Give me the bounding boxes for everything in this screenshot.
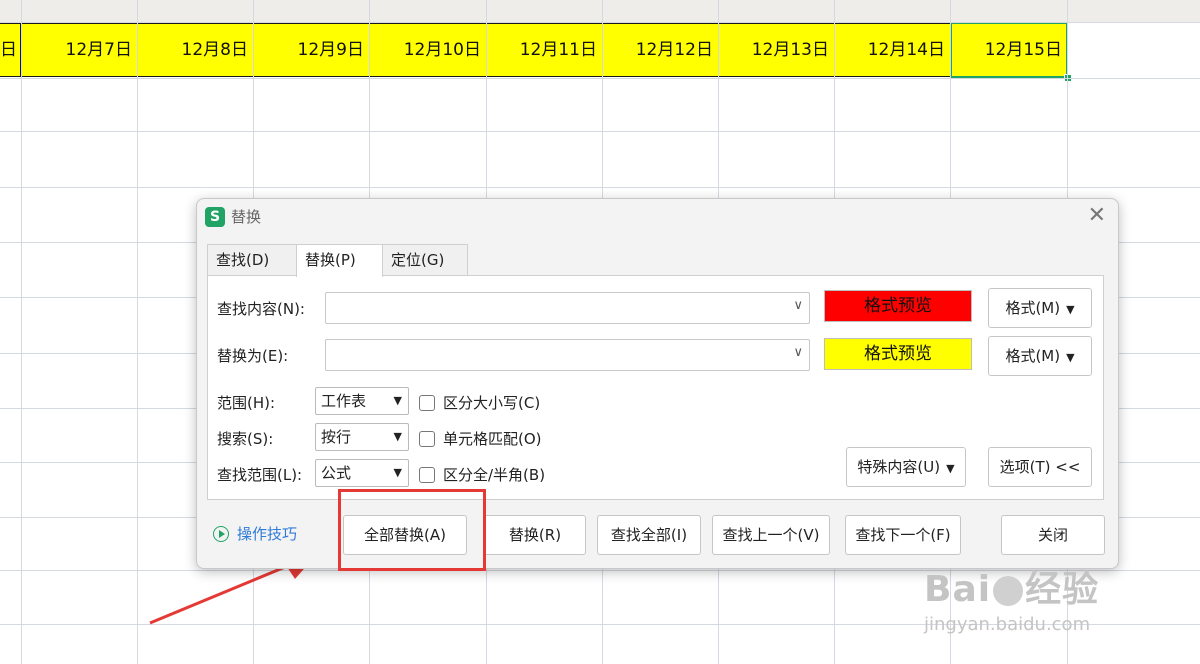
tab-replace[interactable]: 替换(P) bbox=[296, 244, 383, 277]
checkbox-box[interactable] bbox=[419, 430, 435, 447]
gridline-horizontal bbox=[0, 22, 1200, 23]
date-cell[interactable]: 12月12日 bbox=[603, 23, 719, 77]
find-next-button[interactable]: 查找下一个(F) bbox=[845, 515, 961, 555]
find-label: 查找内容(N): bbox=[217, 300, 305, 318]
scope-select[interactable]: 工作表 ▼ bbox=[315, 387, 409, 415]
find-input[interactable]: ∨ bbox=[325, 292, 810, 324]
match-cell-checkbox[interactable]: 单元格匹配(O) bbox=[419, 428, 542, 449]
checkbox-box[interactable] bbox=[419, 466, 435, 483]
replace-label: 替换为(E): bbox=[217, 347, 289, 365]
dropdown-triangle-icon: ▼ bbox=[393, 430, 402, 443]
match-case-checkbox[interactable]: 区分大小写(C) bbox=[419, 392, 540, 413]
chevron-down-icon[interactable]: ∨ bbox=[793, 298, 803, 313]
column-header-row bbox=[0, 0, 1200, 22]
replace-input[interactable]: ∨ bbox=[325, 339, 810, 371]
play-circle-icon bbox=[213, 525, 229, 542]
date-cell[interactable]: 日 bbox=[0, 23, 21, 77]
replace-dialog: S 替换 ✕ 查找(D) 替换(P) 定位(G) 查找内容(N): ∨ 格式预览… bbox=[196, 198, 1119, 569]
date-cell[interactable]: 12月13日 bbox=[719, 23, 835, 77]
dialog-titlebar[interactable]: S 替换 ✕ bbox=[197, 199, 1118, 233]
find-previous-button[interactable]: 查找上一个(V) bbox=[712, 515, 830, 555]
checkbox-box[interactable] bbox=[419, 394, 435, 411]
tips-link[interactable]: 操作技巧 bbox=[213, 523, 297, 544]
gridline-horizontal bbox=[0, 187, 1200, 188]
options-button[interactable]: 选项(T) << bbox=[988, 447, 1092, 487]
dropdown-triangle-icon: ▼ bbox=[393, 394, 402, 407]
wps-logo-icon: S bbox=[205, 207, 225, 227]
find-format-preview: 格式预览 bbox=[824, 290, 972, 322]
gridline-horizontal bbox=[0, 131, 1200, 132]
annotation-highlight-box bbox=[338, 489, 486, 571]
find-all-button[interactable]: 查找全部(I) bbox=[597, 515, 701, 555]
date-cell[interactable]: 12月8日 bbox=[138, 23, 254, 77]
find-format-button[interactable]: 格式(M) ▼ bbox=[988, 288, 1092, 328]
date-cell[interactable]: 12月9日 bbox=[254, 23, 370, 77]
dropdown-triangle-icon: ▼ bbox=[1066, 303, 1075, 316]
chevron-down-icon[interactable]: ∨ bbox=[793, 345, 803, 360]
scope-label: 范围(H): bbox=[217, 394, 276, 412]
gridline-vertical bbox=[137, 0, 138, 664]
close-button[interactable]: 关闭 bbox=[1001, 515, 1105, 555]
date-cell[interactable]: 12月14日 bbox=[835, 23, 951, 77]
replace-format-button[interactable]: 格式(M) ▼ bbox=[988, 336, 1092, 376]
special-content-button[interactable]: 特殊内容(U) ▼ bbox=[846, 447, 966, 487]
search-select[interactable]: 按行 ▼ bbox=[315, 423, 409, 451]
date-cell[interactable]: 12月10日 bbox=[370, 23, 487, 77]
close-icon[interactable]: ✕ bbox=[1088, 203, 1106, 228]
watermark-url: jingyan.baidu.com bbox=[924, 614, 1091, 635]
replace-format-preview: 格式预览 bbox=[824, 338, 972, 370]
lookin-select[interactable]: 公式 ▼ bbox=[315, 459, 409, 487]
search-label: 搜索(S): bbox=[217, 430, 274, 448]
date-cell[interactable]: 12月11日 bbox=[487, 23, 603, 77]
dropdown-triangle-icon: ▼ bbox=[393, 466, 402, 479]
baidu-watermark-logo: Bai 经验 jingyan.baidu.com bbox=[924, 569, 1100, 635]
replace-button[interactable]: 替换(R) bbox=[484, 515, 586, 555]
tab-goto[interactable]: 定位(G) bbox=[382, 244, 468, 276]
dropdown-triangle-icon: ▼ bbox=[1066, 351, 1075, 364]
gridline-vertical bbox=[21, 0, 22, 664]
gridline-horizontal bbox=[0, 78, 1200, 79]
lookin-label: 查找范围(L): bbox=[217, 466, 303, 484]
dialog-title: 替换 bbox=[231, 208, 262, 226]
date-cell[interactable]: 12月7日 bbox=[22, 23, 138, 77]
match-width-checkbox[interactable]: 区分全/半角(B) bbox=[419, 464, 545, 485]
active-cell-selection bbox=[950, 22, 1068, 78]
tab-find[interactable]: 查找(D) bbox=[207, 244, 297, 276]
dropdown-triangle-icon: ▼ bbox=[946, 462, 955, 475]
